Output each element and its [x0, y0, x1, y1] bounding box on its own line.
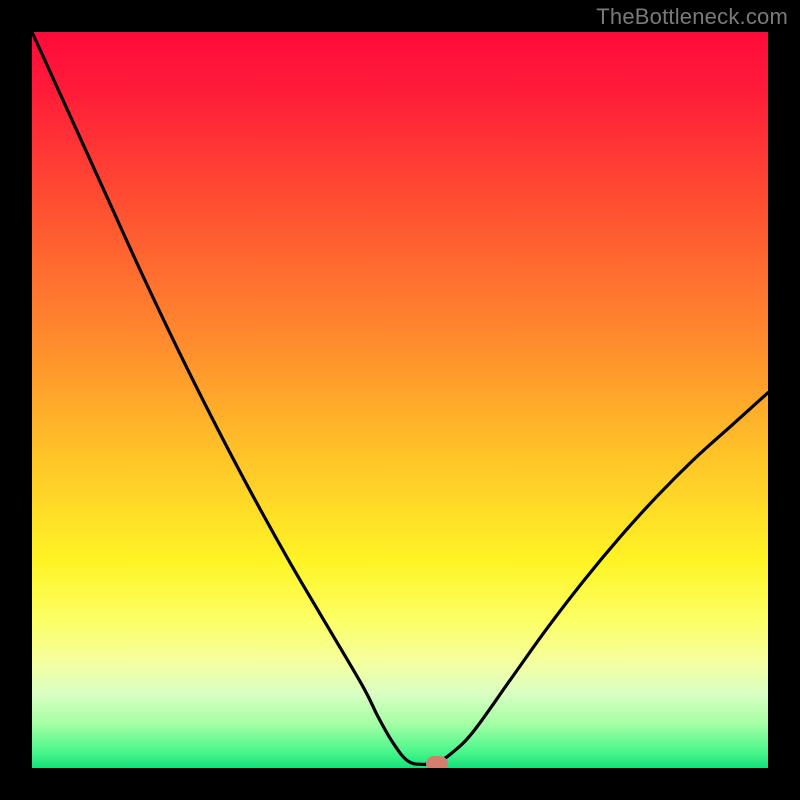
plot-area — [32, 32, 768, 768]
optimal-point-marker — [426, 756, 448, 768]
attribution-text: TheBottleneck.com — [596, 4, 788, 30]
bottleneck-curve — [32, 32, 768, 768]
chart-frame: TheBottleneck.com — [0, 0, 800, 800]
